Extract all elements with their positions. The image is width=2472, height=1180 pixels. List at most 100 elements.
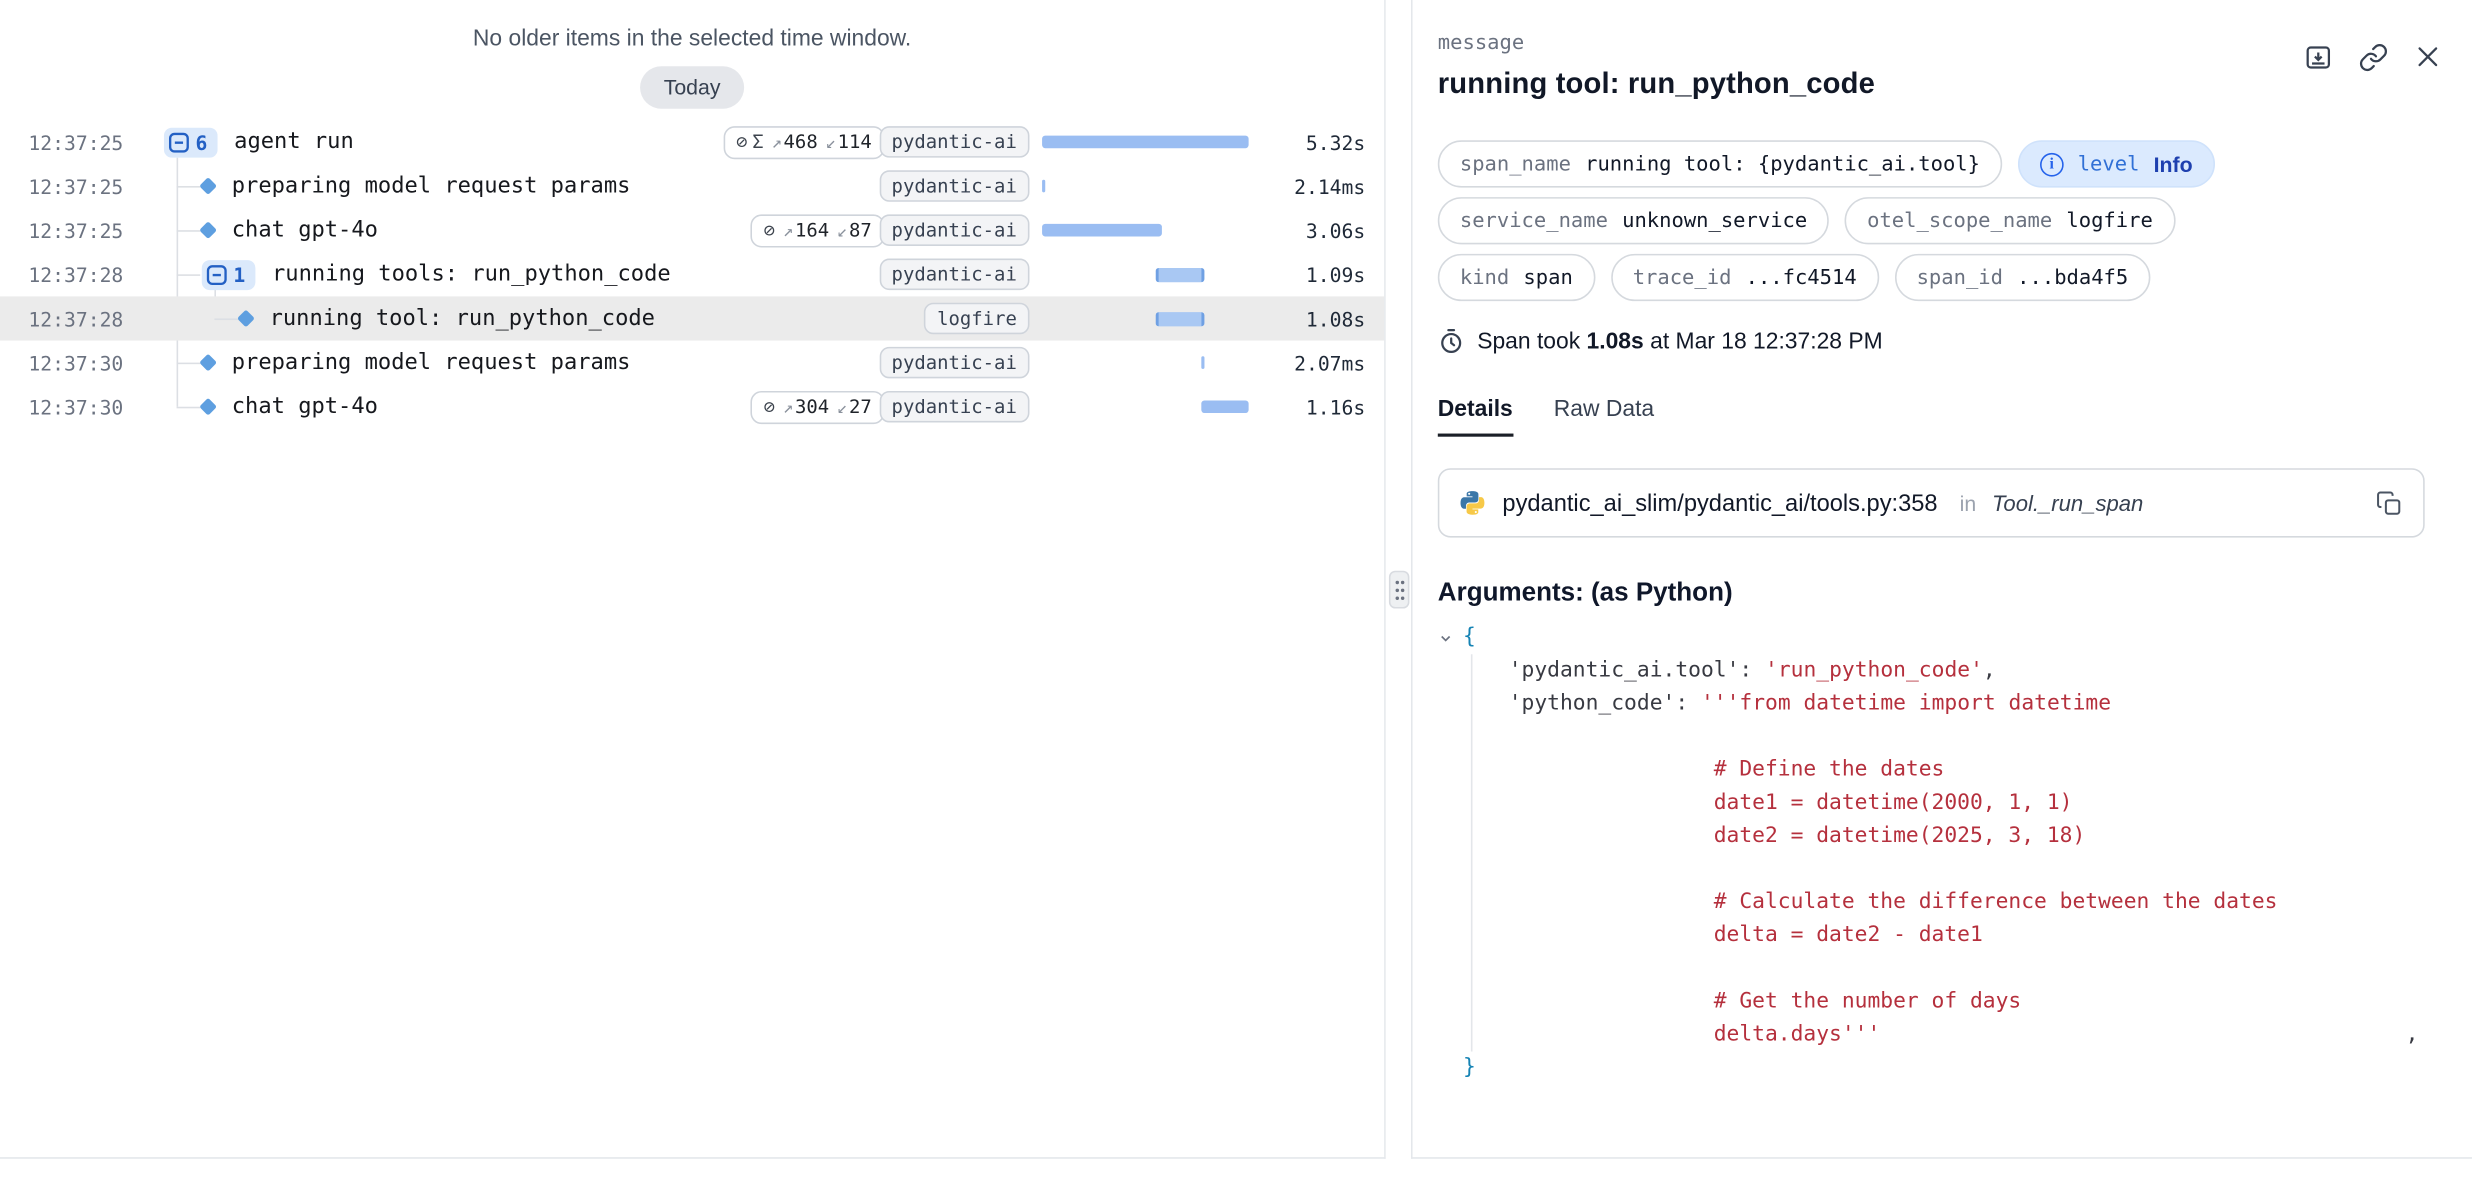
timestamp: 12:37:30 — [0, 395, 139, 419]
timestamp: 12:37:25 — [0, 218, 139, 242]
panel-resize-handle[interactable] — [1389, 571, 1409, 609]
timestamp: 12:37:28 — [0, 262, 139, 286]
code-string-line: delta.days''' , — [1509, 1018, 2425, 1051]
timeline-track — [1042, 311, 1249, 327]
output-tokens-arrow-icon: ↙ — [826, 132, 836, 152]
arguments-heading: Arguments: (as Python) — [1438, 579, 2425, 609]
scope-tag: pydantic-ai — [879, 214, 1030, 246]
stopwatch-icon — [1438, 328, 1465, 355]
scope-tag: pydantic-ai — [879, 259, 1030, 291]
token-usage-badge: ⊘ ↗304 ↙27 — [751, 390, 884, 423]
info-icon: i — [2040, 152, 2064, 176]
collapse-json-toggle[interactable] — [1438, 630, 1463, 646]
token-usage-badge: ⊘ ↗164 ↙87 — [751, 214, 884, 247]
span-diamond-icon — [237, 310, 255, 328]
child-count: 1 — [233, 262, 245, 286]
input-tokens: 304 — [795, 396, 829, 418]
code-string-line — [1509, 853, 2425, 886]
span-name: preparing model request params — [232, 350, 702, 375]
output-tokens: 27 — [849, 396, 872, 418]
detail-title: running tool: run_python_code — [1438, 66, 2425, 101]
chevron-down-icon — [1438, 630, 1454, 646]
token-usage-badge: ⊘ Σ ↗468 ↙114 — [723, 125, 884, 158]
span-timestamp: Mar 18 12:37:28 PM — [1676, 329, 1883, 354]
span-name: chat gpt-4o — [232, 394, 702, 419]
source-frame: Tool._run_span — [1992, 490, 2143, 515]
output-tokens: 87 — [849, 219, 872, 241]
code-string-line — [1509, 952, 2425, 985]
input-tokens-arrow-icon: ↗ — [783, 220, 793, 240]
trace-rows: 12:37:25 6 agent run ⊘ Σ ↗468 ↙114 pydan… — [0, 120, 1384, 429]
timeline-track — [1042, 134, 1249, 150]
tab-details[interactable]: Details — [1438, 397, 1513, 436]
trace-row-agent-run[interactable]: 12:37:25 6 agent run ⊘ Σ ↗468 ↙114 pydan… — [0, 120, 1384, 164]
trace-row-running-tools[interactable]: 12:37:28 1 running tools: run_python_cod… — [0, 252, 1384, 296]
source-location-box: pydantic_ai_slim/pydantic_ai/tools.py:35… — [1438, 468, 2425, 537]
attribute-pill-otel-scope[interactable]: otel_scope_name logfire — [1845, 197, 2175, 244]
timeline-track — [1042, 178, 1249, 194]
scope-tag: pydantic-ai — [879, 347, 1030, 379]
trace-row-chat-gpt4o[interactable]: 12:37:25 chat gpt-4o ⊘ ↗164 ↙87 pydantic… — [0, 208, 1384, 252]
timestamp: 12:37:30 — [0, 351, 139, 375]
arguments-code-block: { 'pydantic_ai.tool': 'run_python_code',… — [1438, 621, 2425, 1085]
timeline-bar — [1042, 180, 1045, 193]
span-diamond-icon — [199, 398, 217, 416]
collapse-box-icon — [207, 264, 227, 284]
dock-view-button[interactable] — [2302, 41, 2334, 73]
detail-tabs: Details Raw Data — [1438, 397, 2425, 436]
code-entry-tool: 'pydantic_ai.tool': 'run_python_code', — [1509, 654, 2425, 687]
collapse-toggle[interactable]: 6 — [164, 127, 217, 157]
span-detail-panel: message running tool: run_python_code — [1411, 0, 2472, 1159]
duration: 3.06s — [1261, 218, 1365, 242]
timeline-bar — [1201, 356, 1204, 369]
output-tokens-arrow-icon: ↙ — [837, 396, 847, 416]
time-window-notice: No older items in the selected time wind… — [0, 0, 1384, 52]
input-tokens: 164 — [795, 219, 829, 241]
logfire-trace-view: No older items in the selected time wind… — [0, 0, 2472, 1179]
scope-tag: logfire — [925, 303, 1030, 335]
collapse-toggle[interactable]: 1 — [202, 259, 255, 289]
copy-icon — [2375, 490, 2402, 517]
timestamp: 12:37:25 — [0, 174, 139, 198]
timeline-track — [1042, 399, 1249, 415]
close-icon — [2414, 43, 2442, 71]
duration: 1.16s — [1261, 395, 1365, 419]
link-icon — [2358, 42, 2388, 72]
close-panel-button[interactable] — [2412, 41, 2444, 73]
collapse-box-icon — [169, 132, 189, 152]
attribute-pill-kind[interactable]: kind span — [1438, 254, 1595, 301]
source-in-label: in — [1960, 491, 1977, 515]
scope-tag: pydantic-ai — [879, 170, 1030, 202]
code-string-line: # Get the number of days — [1509, 985, 2425, 1018]
attribute-pill-level[interactable]: i level Info — [2018, 140, 2215, 187]
span-diamond-icon — [199, 221, 217, 239]
duration: 1.09s — [1261, 262, 1365, 286]
attribute-pill-span-name[interactable]: span_name running tool: {pydantic_ai.too… — [1438, 140, 2002, 187]
span-name: agent run — [234, 129, 701, 154]
span-name: running tools: run_python_code — [272, 262, 702, 287]
today-button[interactable]: Today — [640, 66, 744, 109]
code-string-line: date1 = datetime(2000, 1, 1) — [1509, 787, 2425, 820]
copy-link-button[interactable] — [2357, 41, 2389, 73]
tab-raw-data[interactable]: Raw Data — [1554, 397, 1654, 436]
span-name: running tool: run_python_code — [270, 306, 702, 331]
trace-row-running-tool-selected[interactable]: 12:37:28 running tool: run_python_code l… — [0, 296, 1384, 340]
copy-source-button[interactable] — [2373, 487, 2405, 519]
output-tokens-arrow-icon: ↙ — [837, 220, 847, 240]
source-file-link[interactable]: pydantic_ai_slim/pydantic_ai/tools.py:35… — [1502, 490, 1937, 517]
scope-tag: pydantic-ai — [879, 126, 1030, 158]
timeline-bar — [1042, 136, 1249, 149]
attribute-pill-trace-id[interactable]: trace_id ...fc4514 — [1611, 254, 1879, 301]
attribute-pill-span-id[interactable]: span_id ...bda4f5 — [1895, 254, 2151, 301]
child-count: 6 — [195, 130, 207, 154]
trace-row-preparing-params[interactable]: 12:37:30 preparing model request params … — [0, 341, 1384, 385]
trace-row-preparing-params[interactable]: 12:37:25 preparing model request params … — [0, 164, 1384, 208]
attribute-pill-service-name[interactable]: service_name unknown_service — [1438, 197, 1829, 244]
code-string-line — [1509, 720, 2425, 753]
trace-row-chat-gpt4o[interactable]: 12:37:30 chat gpt-4o ⊘ ↗304 ↙27 pydantic… — [0, 385, 1384, 429]
record-type-label: message — [1438, 32, 2425, 56]
duration: 2.14ms — [1261, 174, 1365, 198]
sigma-icon: Σ — [752, 131, 763, 153]
timeline-bar — [1042, 224, 1162, 237]
tokens-icon: ⊘ — [764, 396, 775, 418]
